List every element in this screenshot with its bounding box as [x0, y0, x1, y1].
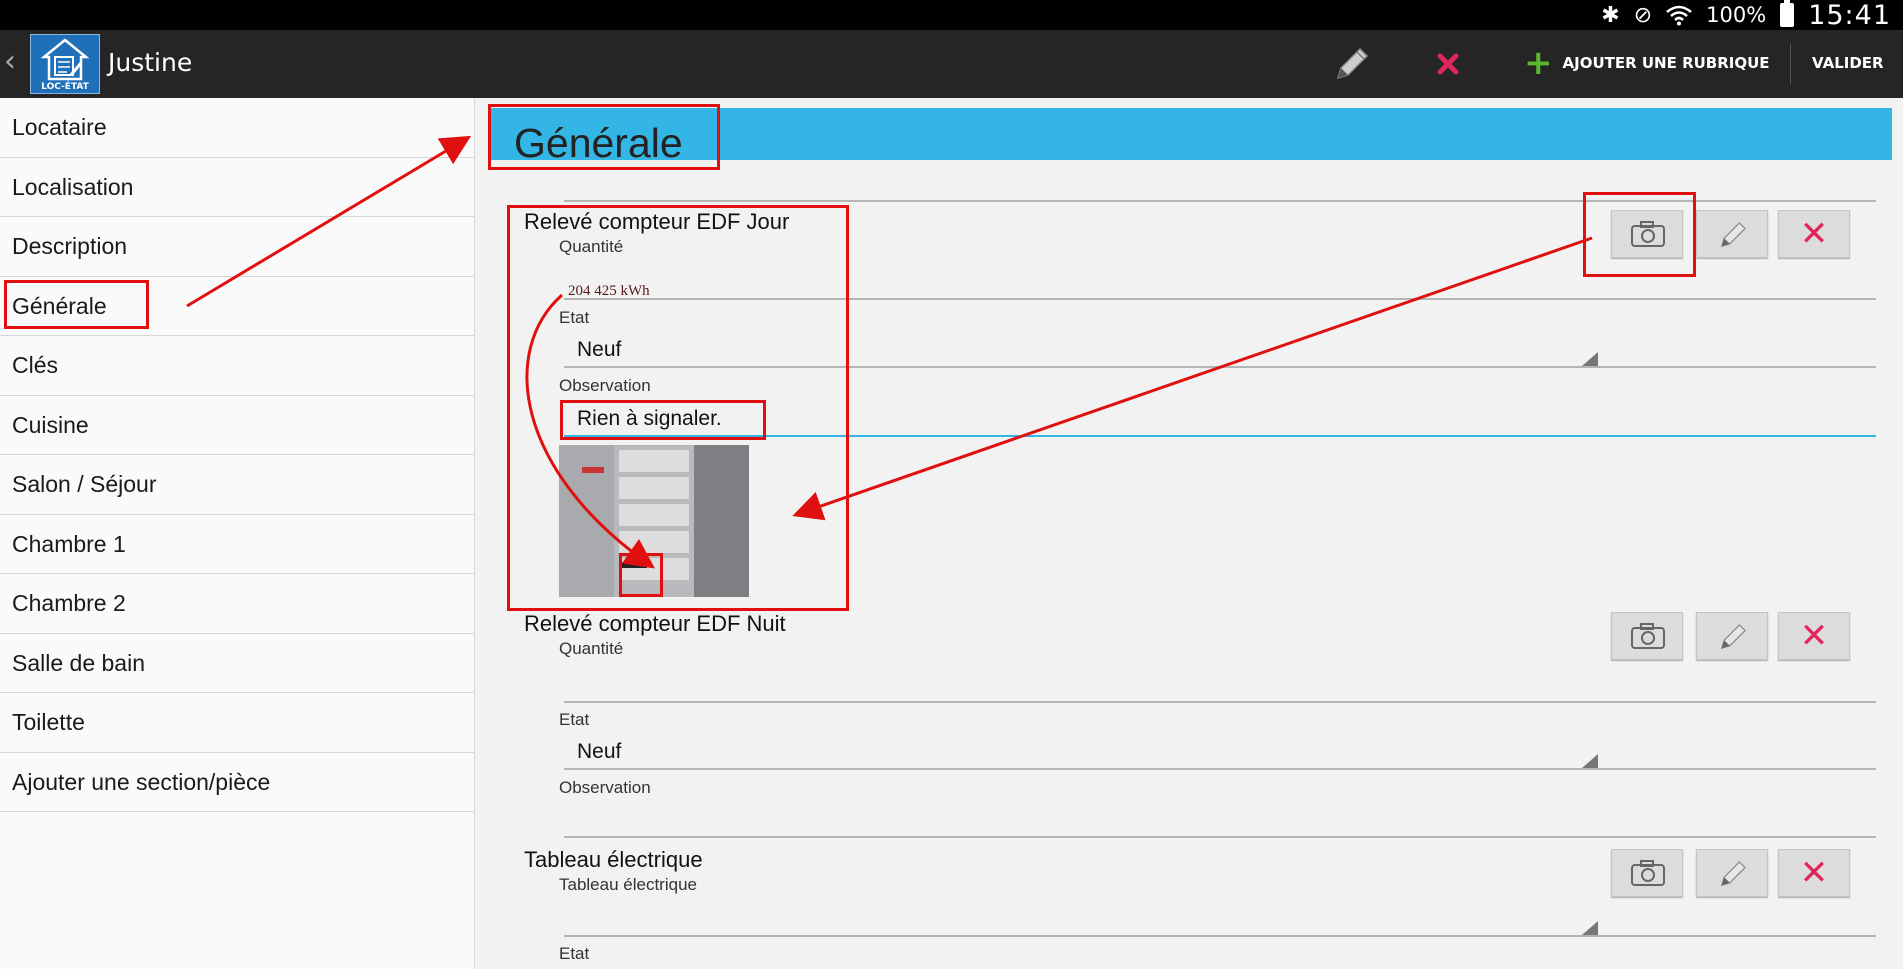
annotation-arrows: [186, 135, 1593, 569]
